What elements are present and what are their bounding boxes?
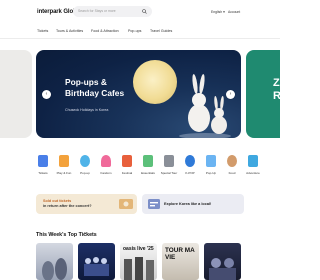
chevron-left-icon: ‹ [45, 91, 48, 97]
section-title: This Week's Top Tickets [36, 232, 97, 238]
chevron-right-icon: › [229, 91, 232, 97]
nav-travel-guides[interactable]: Travel Guides [150, 29, 172, 33]
promo-card-resale[interactable]: Sold out tickets in return after the con… [36, 194, 137, 214]
ticket-card-1[interactable] [36, 243, 73, 280]
previous-banner-peek[interactable] [0, 50, 32, 138]
banner-title-line2: Birthday Cafes [65, 88, 125, 98]
kpop-icon [185, 155, 195, 167]
hero-banner[interactable]: Pop-ups & Birthday Cafes Chuseok Holiday… [36, 50, 241, 138]
promo-card-explore[interactable]: Explore Korea like a local! [142, 194, 244, 214]
poster-image [42, 258, 67, 280]
play-icon [59, 155, 69, 167]
language-selector[interactable]: English ▾ [211, 10, 225, 14]
next-banner-title-2: R [273, 90, 280, 102]
ticket-card-4[interactable]: TOUR MA VIE [162, 243, 199, 280]
banner-title-line1: Pop-ups & [65, 77, 107, 87]
category-row: Tickets Play & Fun Pop-up Fandom Festiva… [0, 150, 280, 180]
festival-icon [122, 155, 132, 167]
search-placeholder: Search for Stays or more [78, 9, 116, 13]
search-icon[interactable] [142, 9, 147, 14]
adventure-icon [248, 155, 258, 167]
food-icon [227, 155, 237, 167]
poster-title: oasis live '25 [123, 246, 154, 252]
promo-headline: Sold out tickets [43, 199, 72, 203]
popup-store-icon [206, 155, 216, 167]
nav-divider [0, 38, 280, 39]
ticket-card-5[interactable] [204, 243, 241, 280]
poster-image [209, 258, 236, 280]
promo-text: Explore Korea like a local! [164, 202, 212, 206]
banner-subtitle: Chuseok Holidays in Korea [65, 108, 109, 112]
essentials-icon [143, 155, 153, 167]
nav-popups[interactable]: Pop-ups [128, 29, 141, 33]
account-link[interactable]: Account [228, 10, 240, 14]
banner-next-button[interactable]: › [226, 90, 235, 99]
category-label: Adventure [246, 171, 260, 175]
ticket-card-3[interactable]: oasis live '25 [120, 243, 157, 280]
poster-image [124, 257, 154, 280]
bunny-figures-image [179, 74, 231, 138]
main-nav: Tickets Tours & Activities Food & Attrac… [0, 26, 280, 36]
special-tour-icon [164, 155, 174, 167]
next-banner-peek[interactable]: Z R [246, 50, 280, 138]
guide-illustration-icon [148, 199, 160, 209]
top-header: interpark Global Search for Stays or mor… [0, 0, 280, 24]
chevron-right-icon[interactable]: › [84, 231, 86, 237]
nav-tickets[interactable]: Tickets [37, 29, 48, 33]
nav-food-attraction[interactable]: Food & Attraction [91, 29, 119, 33]
search-input[interactable]: Search for Stays or more [73, 6, 152, 17]
promo-subline: in return after the concert? [43, 204, 92, 208]
banner-prev-button[interactable]: ‹ [42, 90, 51, 99]
ticket-icon [38, 155, 48, 167]
nav-tours-activities[interactable]: Tours & Activities [56, 29, 83, 33]
fandom-icon [101, 155, 111, 167]
poster-title: TOUR MA VIE [165, 247, 195, 261]
popup-icon [80, 155, 90, 167]
ticket-card-2[interactable] [78, 243, 115, 280]
moon-image [133, 60, 177, 104]
poster-image [84, 257, 109, 276]
ticket-stub-icon [119, 199, 133, 209]
next-banner-title: Z [273, 77, 280, 89]
